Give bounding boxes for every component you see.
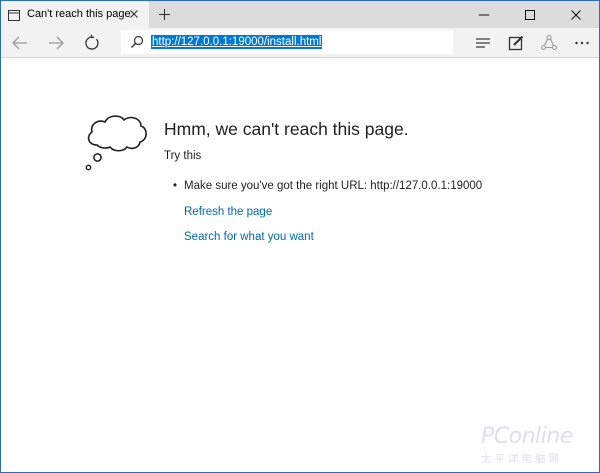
browser-window: Can't reach this page http://127.0.0.1:1… xyxy=(0,0,600,473)
maximize-button[interactable] xyxy=(507,1,553,28)
search-icon xyxy=(130,35,144,49)
web-note-icon xyxy=(508,35,524,51)
tab-close-icon[interactable] xyxy=(126,6,142,22)
forward-arrow-icon xyxy=(49,36,64,50)
maximize-icon xyxy=(525,10,535,20)
error-heading: Hmm, we can't reach this page. xyxy=(164,119,409,139)
hub-button[interactable] xyxy=(471,31,495,55)
tab-strip: Can't reach this page xyxy=(1,1,599,28)
more-icon xyxy=(575,41,589,45)
tab-title: Can't reach this page xyxy=(27,8,131,20)
share-icon xyxy=(540,34,558,51)
hub-icon xyxy=(476,38,490,48)
navigation-bar: http://127.0.0.1:19000/install.html xyxy=(1,28,599,58)
back-arrow-icon xyxy=(12,36,27,50)
new-tab-plus-icon[interactable] xyxy=(156,6,173,23)
share-button[interactable] xyxy=(537,31,561,55)
watermark-subtitle: 太平洋电脑网 xyxy=(481,453,562,465)
minimize-button[interactable] xyxy=(461,1,507,28)
back-button[interactable] xyxy=(8,31,32,55)
suggestion-refresh: Refresh the page xyxy=(173,206,272,218)
forward-button[interactable] xyxy=(44,31,68,55)
watermark-brand: PConline xyxy=(481,424,573,449)
bullet-icon: • xyxy=(173,180,178,192)
address-bar[interactable]: http://127.0.0.1:19000/install.html xyxy=(121,30,453,54)
search-link[interactable]: Search for what you want xyxy=(173,231,314,243)
suggestion-search: Search for what you want xyxy=(173,231,314,243)
watermark-logo: PConline 太平洋电脑网 xyxy=(471,418,591,470)
web-note-button[interactable] xyxy=(504,31,528,55)
suggestion-text: Make sure you've got the right URL: http… xyxy=(184,180,483,192)
try-this-label: Try this xyxy=(164,150,202,162)
url-input[interactable]: http://127.0.0.1:19000/install.html xyxy=(151,35,323,49)
refresh-button[interactable] xyxy=(80,31,104,55)
page-content: Hmm, we can't reach this page. Try this … xyxy=(1,58,599,472)
thought-cloud-icon xyxy=(83,112,149,174)
page-icon xyxy=(8,8,20,21)
minimize-icon xyxy=(479,14,489,16)
more-button[interactable] xyxy=(570,31,594,55)
tab-active[interactable]: Can't reach this page xyxy=(1,1,149,28)
refresh-page-link[interactable]: Refresh the page xyxy=(173,206,272,218)
window-close-button[interactable] xyxy=(553,1,599,28)
refresh-icon xyxy=(85,34,99,50)
suggestion-check-url: • Make sure you've got the right URL: htt… xyxy=(173,180,482,192)
close-icon xyxy=(571,10,581,20)
